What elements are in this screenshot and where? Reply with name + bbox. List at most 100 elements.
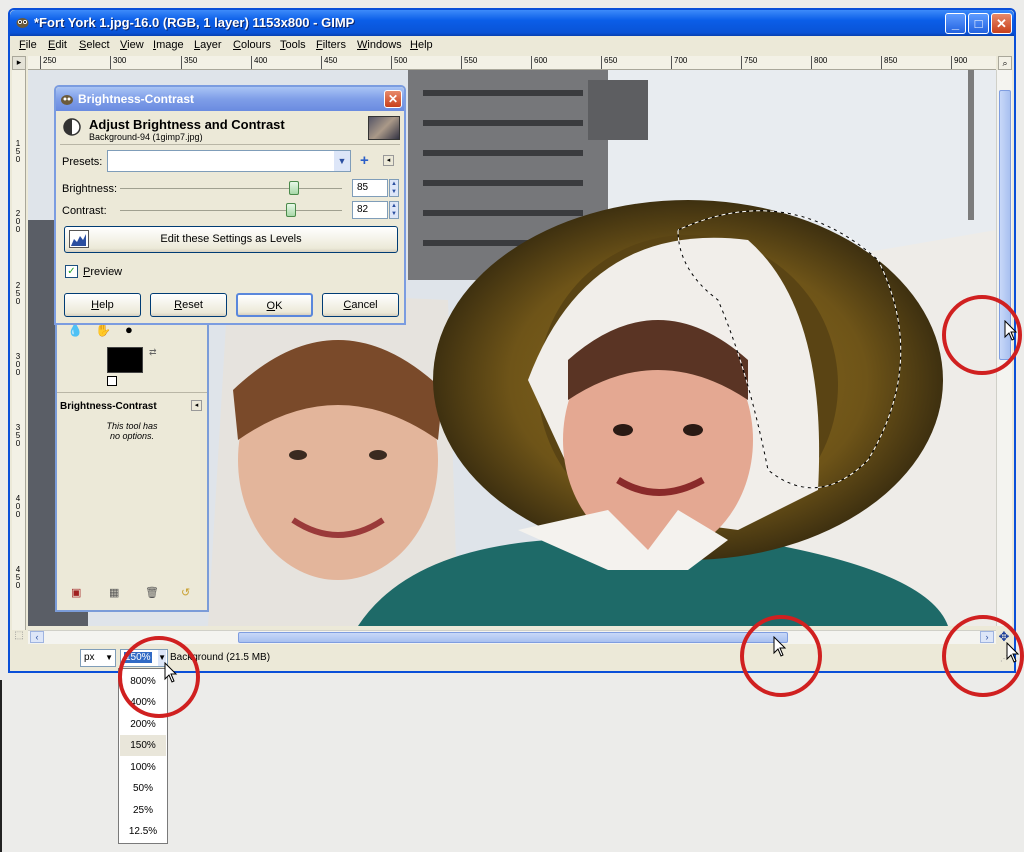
unit-selector[interactable]: px ▼ <box>80 649 116 667</box>
menu-help[interactable]: Help <box>410 39 433 51</box>
ruler-tick: 400 <box>251 56 267 69</box>
ruler-tick-label: 4 0 0 <box>15 494 21 519</box>
menu-select[interactable]: Select <box>79 39 110 51</box>
maximize-button[interactable]: □ <box>968 13 989 34</box>
menu-view[interactable]: View <box>120 39 144 51</box>
contrast-spin-arrows[interactable]: ▲ ▼ <box>389 201 399 219</box>
minimize-button[interactable]: _ <box>945 13 966 34</box>
brightness-contrast-icon <box>62 117 82 137</box>
ruler-tick-label: 3 5 0 <box>15 423 21 448</box>
close-button[interactable]: ✕ <box>991 13 1012 34</box>
brightness-contrast-dialog: Brightness-Contrast ✕ Adjust Brightness … <box>54 85 406 325</box>
ruler-tick-label: 2 5 0 <box>15 281 21 306</box>
zoom-option[interactable]: 100% <box>120 757 166 778</box>
delete-options-icon[interactable]: 🗑 <box>145 586 159 599</box>
cancel-button[interactable]: Cancel <box>322 293 399 317</box>
vertical-ruler[interactable]: 1 5 0 2 0 0 2 5 0 3 0 0 3 5 0 4 0 0 4 5 … <box>12 70 26 630</box>
preset-menu-icon[interactable]: ◂ <box>383 155 394 166</box>
quick-mask-toggle[interactable]: ⬚ <box>12 630 26 644</box>
horizontal-scroll-thumb[interactable] <box>238 632 788 643</box>
chevron-down-icon: ▼ <box>334 151 350 171</box>
ruler-tick: 600 <box>531 56 547 69</box>
brightness-slider-handle[interactable] <box>289 181 300 195</box>
reset-options-icon[interactable]: ↺ <box>181 586 190 599</box>
panel-menu-icon[interactable]: ◂ <box>191 400 202 411</box>
menu-windows[interactable]: Windows <box>357 39 402 51</box>
tool-options-panel: Brightness-Contrast ◂ This tool has no o… <box>57 392 207 592</box>
help-button[interactable]: Help <box>64 293 141 317</box>
brightness-spin-arrows[interactable]: ▲ ▼ <box>389 179 399 197</box>
menu-layer[interactable]: Layer <box>194 39 222 51</box>
reset-colors-icon[interactable] <box>107 376 117 386</box>
ruler-tick-label: 850 <box>884 56 898 65</box>
zoom-option[interactable]: 25% <box>120 800 166 821</box>
contrast-slider-handle[interactable] <box>286 203 297 217</box>
ruler-tick: 500 <box>391 56 407 69</box>
ruler-tick-label: 3 0 0 <box>15 352 21 377</box>
dialog-title: Brightness-Contrast <box>78 92 195 106</box>
dialog-close-button[interactable]: ✕ <box>384 90 402 108</box>
reset-button[interactable]: Reset <box>150 293 227 317</box>
ruler-tick-label: 1 5 0 <box>15 139 21 164</box>
ruler-tick-label: 750 <box>744 56 758 65</box>
ruler-tick: 750 <box>741 56 757 69</box>
save-options-icon[interactable]: ▣ <box>71 586 81 599</box>
tool-options-title: Brightness-Contrast <box>60 401 157 412</box>
ruler-tick: 850 <box>881 56 897 69</box>
mouse-pointer-icon <box>164 662 178 683</box>
menu-tools[interactable]: Tools <box>280 39 306 51</box>
dialog-separator <box>60 144 400 145</box>
horizontal-ruler[interactable]: 250 300 350 400 450 500 550 600 650 700 … <box>28 56 996 70</box>
edit-as-levels-label: Edit these Settings as Levels <box>160 233 302 245</box>
contrast-label: Contrast: <box>62 205 107 217</box>
dialog-title-bar[interactable]: Brightness-Contrast ✕ <box>56 87 404 111</box>
ruler-tick-label: 700 <box>674 56 688 65</box>
ruler-tick-label: 350 <box>184 56 198 65</box>
navigate-icon[interactable]: ⌕ <box>998 56 1012 70</box>
ruler-tick-label: 550 <box>464 56 478 65</box>
preview-checkbox[interactable]: ✓ <box>65 265 78 278</box>
menu-filters[interactable]: Filters <box>316 39 346 51</box>
menu-file[interactable]: File <box>19 39 37 51</box>
menu-edit[interactable]: Edit <box>48 39 67 51</box>
ruler-tick: 700 <box>671 56 687 69</box>
ok-button[interactable]: OK <box>236 293 313 317</box>
edit-as-levels-button[interactable]: Edit these Settings as Levels <box>64 226 398 253</box>
brightness-input[interactable]: 85 <box>352 179 388 197</box>
ruler-tick-label: 4 5 0 <box>15 565 21 590</box>
zoom-option[interactable]: 12.5% <box>120 821 166 842</box>
levels-icon <box>69 230 89 248</box>
ruler-tick-label: 600 <box>534 56 548 65</box>
scroll-left-icon[interactable]: ‹ <box>30 631 44 643</box>
chevron-down-icon: ▼ <box>105 653 113 662</box>
ruler-tick: 650 <box>601 56 617 69</box>
ruler-tick: 250 <box>40 56 56 69</box>
dialog-subheading: Background-94 (1gimp7.jpg) <box>89 132 203 142</box>
ruler-tick-label: 500 <box>394 56 408 65</box>
swap-colors-icon[interactable]: ⇄ <box>149 347 157 358</box>
unit-value: px <box>84 652 95 663</box>
maximize-icon: □ <box>974 16 983 31</box>
ruler-corner: ▸ <box>12 56 26 70</box>
ruler-tick-label: 650 <box>604 56 618 65</box>
zoom-option-selected[interactable]: 150% <box>120 735 166 756</box>
preview-label[interactable]: Preview <box>83 266 122 278</box>
presets-dropdown[interactable]: ▼ <box>107 150 351 172</box>
presets-label: Presets: <box>62 156 103 168</box>
mouse-pointer-icon <box>1006 642 1020 663</box>
brightness-slider-track[interactable] <box>120 188 342 189</box>
foreground-color-swatch[interactable] <box>107 347 143 373</box>
title-bar[interactable]: *Fort York 1.jpg-16.0 (RGB, 1 layer) 115… <box>10 10 1014 36</box>
layer-thumbnail <box>368 116 400 140</box>
close-icon: ✕ <box>387 92 399 106</box>
add-preset-icon[interactable]: + <box>360 152 369 169</box>
menu-colours[interactable]: Colours <box>233 39 271 51</box>
ruler-tick: 350 <box>181 56 197 69</box>
ruler-tick-label: 450 <box>324 56 338 65</box>
contrast-input[interactable]: 82 <box>352 201 388 219</box>
mouse-pointer-icon <box>773 636 787 657</box>
menu-image[interactable]: Image <box>153 39 184 51</box>
contrast-slider-track[interactable] <box>120 210 342 211</box>
restore-options-icon[interactable]: ▦ <box>109 586 119 599</box>
zoom-option[interactable]: 50% <box>120 778 166 799</box>
